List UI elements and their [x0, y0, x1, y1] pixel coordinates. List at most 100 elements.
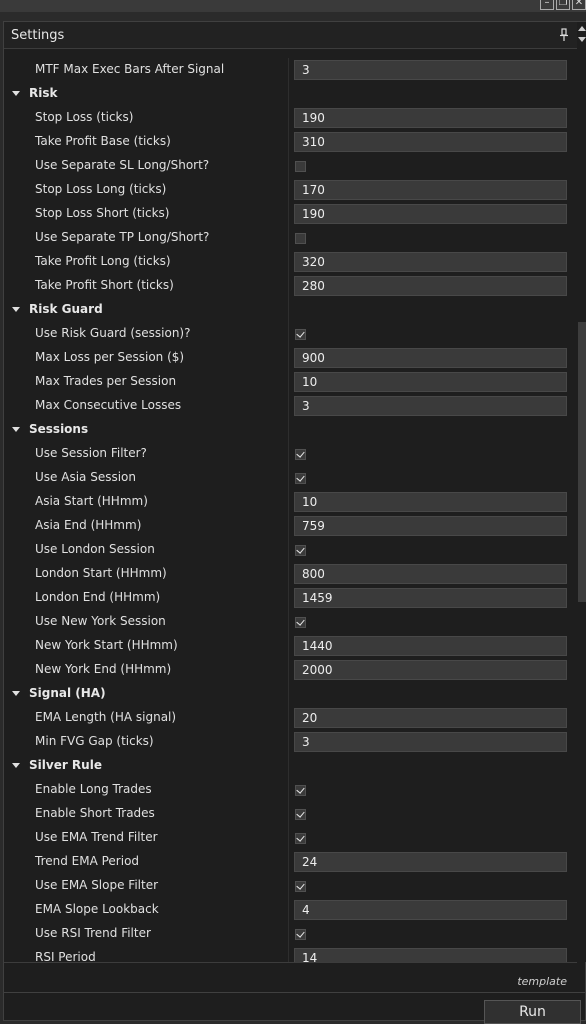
minimize-button[interactable]: – [540, 0, 554, 10]
property-value-input[interactable]: 14 [294, 948, 567, 962]
property-grid: MTF Max Exec Bars After Signal 3 Risk Stop … [4, 58, 577, 962]
property-row: Stop Loss Short (ticks) 190 [4, 202, 577, 226]
property-label: Max Consecutive Losses [35, 398, 182, 412]
checkmark-icon [296, 473, 305, 482]
property-checkbox[interactable] [295, 473, 306, 484]
footer-divider [4, 992, 586, 993]
property-value-input[interactable]: 1459 [294, 588, 567, 608]
checkmark-icon [296, 545, 305, 554]
vertical-scrollbar[interactable] [577, 22, 586, 962]
property-value-input[interactable]: 320 [294, 252, 567, 272]
property-value-input[interactable]: 3 [294, 732, 567, 752]
category-row[interactable]: Risk [4, 82, 577, 106]
property-value-input[interactable]: 170 [294, 180, 567, 200]
expand-caret-icon[interactable] [12, 691, 20, 696]
property-row: Enable Long Trades [4, 778, 577, 802]
property-label: Use Separate TP Long/Short? [35, 230, 210, 244]
property-value-input[interactable]: 1440 [294, 636, 567, 656]
checkmark-icon [296, 329, 305, 338]
property-label: Stop Loss Long (ticks) [35, 182, 167, 196]
property-label: Trend EMA Period [35, 854, 140, 868]
property-value-input[interactable]: 759 [294, 516, 567, 536]
category-label: Silver Rule [29, 758, 102, 772]
scroll-down-arrow-icon[interactable] [578, 37, 586, 42]
close-button[interactable]: ✕ [572, 0, 586, 10]
property-value-input[interactable]: 24 [294, 852, 567, 872]
property-label: EMA Length (HA signal) [35, 710, 177, 724]
category-row[interactable]: Signal (HA) [4, 682, 577, 706]
run-button[interactable]: Run [484, 1000, 581, 1024]
property-row: Use EMA Slope Filter [4, 874, 577, 898]
expand-caret-icon[interactable] [12, 763, 20, 768]
panel-header: Settings [4, 22, 577, 49]
property-value-input[interactable]: 3 [294, 396, 567, 416]
property-row: Trend EMA Period 24 [4, 850, 577, 874]
property-checkbox[interactable] [295, 545, 306, 556]
property-checkbox[interactable] [295, 329, 306, 340]
property-row: Use Risk Guard (session)? [4, 322, 577, 346]
property-value-input[interactable]: 280 [294, 276, 567, 296]
panel-footer: template [4, 962, 577, 992]
property-value-input[interactable]: 10 [294, 372, 567, 392]
property-label: Use Risk Guard (session)? [35, 326, 191, 340]
property-row: Use New York Session [4, 610, 577, 634]
property-row: London Start (HHmm) 800 [4, 562, 577, 586]
category-row[interactable]: Risk Guard [4, 298, 577, 322]
category-row[interactable]: Silver Rule [4, 754, 577, 778]
property-checkbox[interactable] [295, 449, 306, 460]
property-value-input[interactable]: 190 [294, 204, 567, 224]
scrollbar-thumb[interactable] [578, 322, 586, 602]
property-row: MTF Max Exec Bars After Signal 3 [4, 58, 577, 82]
property-value-input[interactable]: 800 [294, 564, 567, 584]
property-row: Stop Loss (ticks) 190 [4, 106, 577, 130]
property-value-input[interactable]: 2000 [294, 660, 567, 680]
property-row: Use London Session [4, 538, 577, 562]
property-checkbox[interactable] [295, 881, 306, 892]
property-checkbox[interactable] [295, 809, 306, 820]
property-checkbox[interactable] [295, 929, 306, 940]
property-row: RSI Period 14 [4, 946, 577, 962]
category-row[interactable]: Sessions [4, 418, 577, 442]
settings-panel: Settings MTF Max Exec Bars After Signal 3… [3, 21, 586, 1024]
restore-button[interactable]: ❐ [556, 0, 570, 10]
property-label: Take Profit Short (ticks) [35, 278, 174, 292]
property-row: Asia Start (HHmm) 10 [4, 490, 577, 514]
property-checkbox[interactable] [295, 833, 306, 844]
expand-caret-icon[interactable] [12, 307, 20, 312]
property-label: Use RSI Trend Filter [35, 926, 151, 940]
category-label: Sessions [29, 422, 89, 436]
property-row: Asia End (HHmm) 759 [4, 514, 577, 538]
pin-icon[interactable] [559, 28, 569, 42]
property-label: Use London Session [35, 542, 155, 556]
expand-caret-icon[interactable] [12, 91, 20, 96]
property-row: New York End (HHmm) 2000 [4, 658, 577, 682]
property-value-input[interactable]: 310 [294, 132, 567, 152]
property-value-input[interactable]: 10 [294, 492, 567, 512]
window-controls: – ❐ ✕ [540, 0, 586, 10]
property-checkbox[interactable] [295, 617, 306, 628]
property-value-input[interactable]: 20 [294, 708, 567, 728]
checkmark-icon [296, 881, 305, 890]
property-label: New York End (HHmm) [35, 662, 172, 676]
property-row: Enable Short Trades [4, 802, 577, 826]
property-checkbox[interactable] [295, 233, 306, 244]
property-value-input[interactable]: 190 [294, 108, 567, 128]
property-row: Use Session Filter? [4, 442, 577, 466]
property-label: Stop Loss Short (ticks) [35, 206, 170, 220]
property-row: London End (HHmm) 1459 [4, 586, 577, 610]
property-label: Take Profit Base (ticks) [35, 134, 171, 148]
property-value-input[interactable]: 3 [294, 60, 567, 80]
property-row: Min FVG Gap (ticks) 3 [4, 730, 577, 754]
property-checkbox[interactable] [295, 785, 306, 796]
scroll-up-arrow-icon[interactable] [578, 26, 586, 31]
property-row: EMA Length (HA signal) 20 [4, 706, 577, 730]
expand-caret-icon[interactable] [12, 427, 20, 432]
property-checkbox[interactable] [295, 161, 306, 172]
property-label: New York Start (HHmm) [35, 638, 178, 652]
property-row: Use EMA Trend Filter [4, 826, 577, 850]
property-row: Max Loss per Session ($) 900 [4, 346, 577, 370]
property-value-input[interactable]: 900 [294, 348, 567, 368]
property-row: Take Profit Base (ticks) 310 [4, 130, 577, 154]
checkmark-icon [296, 785, 305, 794]
property-value-input[interactable]: 4 [294, 900, 567, 920]
